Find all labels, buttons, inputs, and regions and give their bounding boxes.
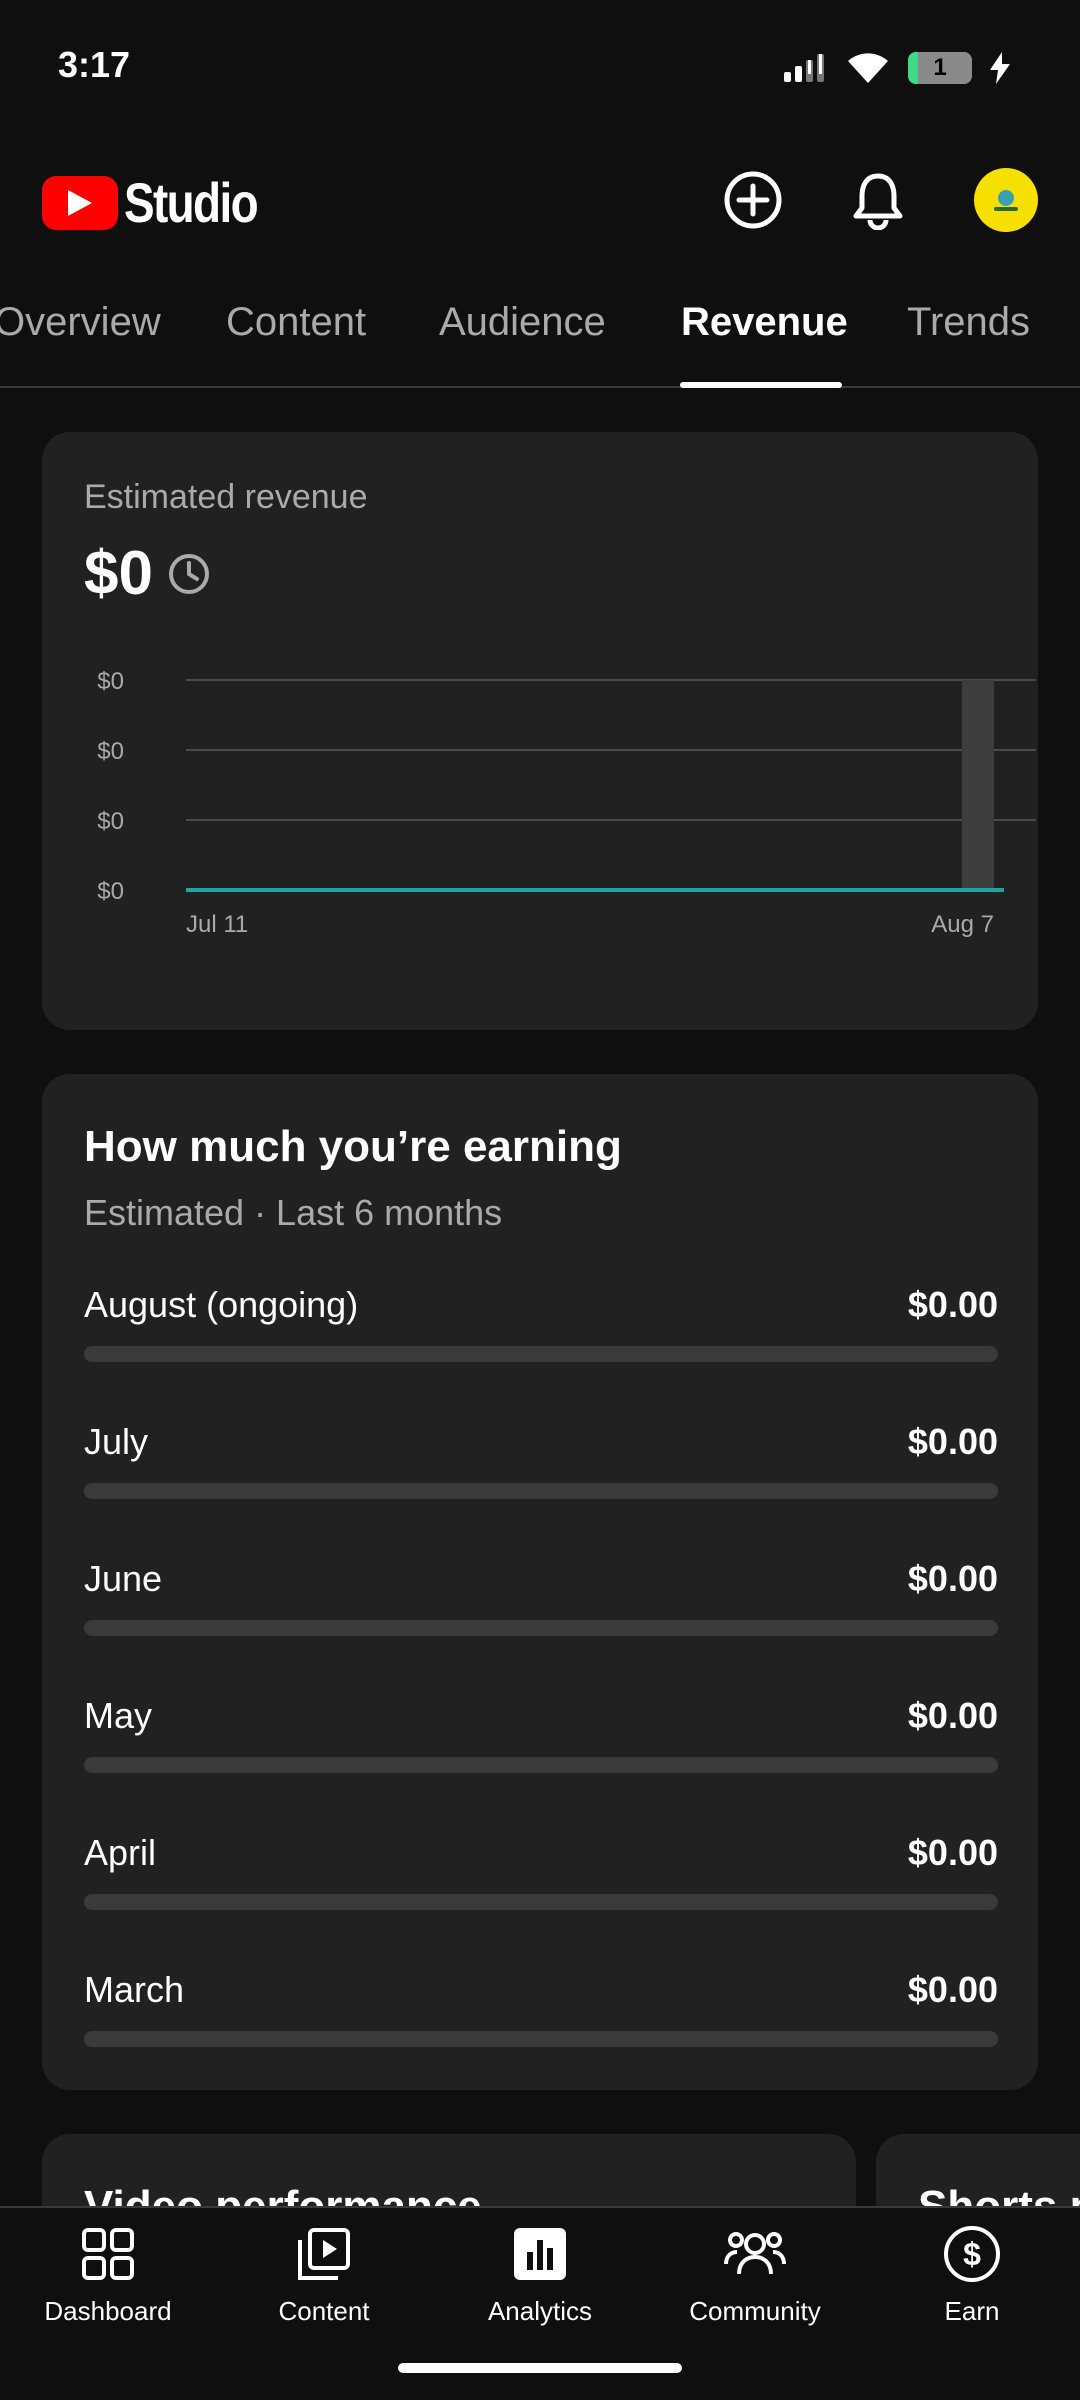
nav-content-label: Content: [278, 2296, 370, 2326]
month-progress-bar: [84, 1346, 998, 1362]
create-button[interactable]: [715, 162, 791, 238]
earn-icon: $: [940, 2222, 1004, 2286]
tab-audience[interactable]: Audience: [439, 300, 606, 345]
month-value: $0.00: [907, 1421, 998, 1462]
charging-icon: [990, 52, 1010, 84]
revenue-value: $0: [84, 539, 153, 608]
status-bar: 3:17 1: [0, 0, 1080, 130]
content-icon: [292, 2222, 356, 2286]
tab-overview[interactable]: Overview: [0, 300, 161, 345]
community-icon: [723, 2222, 787, 2286]
month-value: $0.00: [907, 1558, 998, 1599]
y-tick-label: $0: [97, 878, 124, 905]
youtube-logo-icon: [42, 175, 118, 230]
nav-content[interactable]: Content: [224, 2222, 424, 2327]
y-tick-label: $0: [97, 668, 124, 695]
month-value: $0.00: [907, 1832, 998, 1873]
status-time: 3:17: [58, 44, 131, 85]
nav-dashboard-label: Dashboard: [44, 2296, 172, 2326]
nav-earn-label: Earn: [944, 2296, 1000, 2326]
home-indicator: [398, 2363, 682, 2373]
active-tab-indicator: [680, 382, 842, 388]
y-tick-label: $0: [97, 738, 124, 765]
month-name: July: [84, 1421, 149, 1462]
analytics-icon: [508, 2222, 572, 2286]
month-name: June: [84, 1558, 163, 1599]
chart-current-period-highlight: [962, 680, 994, 890]
month-progress-bar: [84, 1894, 998, 1910]
month-name: April: [84, 1832, 157, 1873]
estimated-revenue-card[interactable]: Estimated revenue $0 $0 $0 $0 $0 Jul 11 Aug 7: [42, 432, 1038, 1030]
nav-earn[interactable]: $ Earn: [872, 2222, 1072, 2327]
analytics-tabs: Overview Content Audience Revenue Trends: [0, 280, 1080, 388]
status-icons: 1: [784, 48, 1010, 88]
signal-icon: [784, 54, 824, 82]
dashboard-icon: [76, 2222, 140, 2286]
wifi-icon: [848, 53, 888, 83]
svg-text:$: $: [963, 2236, 981, 2272]
earnings-card[interactable]: How much you’re earning Estimated · Last…: [42, 1074, 1038, 2090]
nav-community-label: Community: [689, 2296, 821, 2326]
month-progress-bar: [84, 1757, 998, 1773]
bell-icon: [853, 173, 903, 230]
nav-community[interactable]: Community: [655, 2222, 855, 2327]
earnings-month-row: May $0.00: [84, 1695, 998, 1795]
battery-icon: 1: [908, 52, 972, 84]
add-circle-icon: [724, 171, 782, 229]
avatar-logo-icon: [994, 190, 1018, 211]
earnings-month-row: August (ongoing) $0.00: [84, 1284, 998, 1384]
month-name: August (ongoing): [84, 1284, 359, 1325]
earnings-subtitle: Estimated · Last 6 months: [84, 1192, 503, 1233]
tab-revenue[interactable]: Revenue: [681, 300, 848, 345]
avatar[interactable]: [974, 168, 1038, 232]
tab-trends[interactable]: Trends: [907, 300, 1030, 345]
month-name: March: [84, 1969, 185, 2010]
month-progress-bar: [84, 1483, 998, 1499]
tab-content[interactable]: Content: [226, 300, 366, 345]
revenue-chart: $0 $0 $0 $0 Jul 11 Aug 7: [97, 668, 1036, 938]
month-value: $0.00: [907, 1695, 998, 1736]
x-tick-label: Aug 7: [931, 911, 994, 938]
nav-analytics[interactable]: Analytics: [440, 2222, 640, 2327]
earnings-month-row: March $0.00: [84, 1969, 998, 2069]
y-tick-label: $0: [97, 808, 124, 835]
earnings-month-row: June $0.00: [84, 1558, 998, 1658]
nav-analytics-label: Analytics: [487, 2296, 593, 2326]
month-progress-bar: [84, 1620, 998, 1636]
clock-icon: [168, 553, 209, 594]
month-value: $0.00: [907, 1969, 998, 2010]
nav-dashboard[interactable]: Dashboard: [8, 2222, 208, 2327]
x-tick-label: Jul 11: [186, 911, 248, 938]
notifications-button[interactable]: [840, 162, 916, 238]
revenue-title: Estimated revenue: [84, 478, 368, 516]
app-header: Studio: [0, 150, 1080, 250]
month-value: $0.00: [907, 1284, 998, 1325]
month-progress-bar: [84, 2031, 998, 2047]
earnings-month-row: April $0.00: [84, 1832, 998, 1932]
revenue-amount: $0: [84, 538, 211, 609]
logo-text: Studio: [124, 171, 259, 234]
earnings-title: How much you’re earning: [84, 1122, 622, 1171]
earnings-month-row: July $0.00: [84, 1421, 998, 1521]
month-name: May: [84, 1695, 153, 1736]
studio-logo[interactable]: Studio: [42, 170, 286, 235]
